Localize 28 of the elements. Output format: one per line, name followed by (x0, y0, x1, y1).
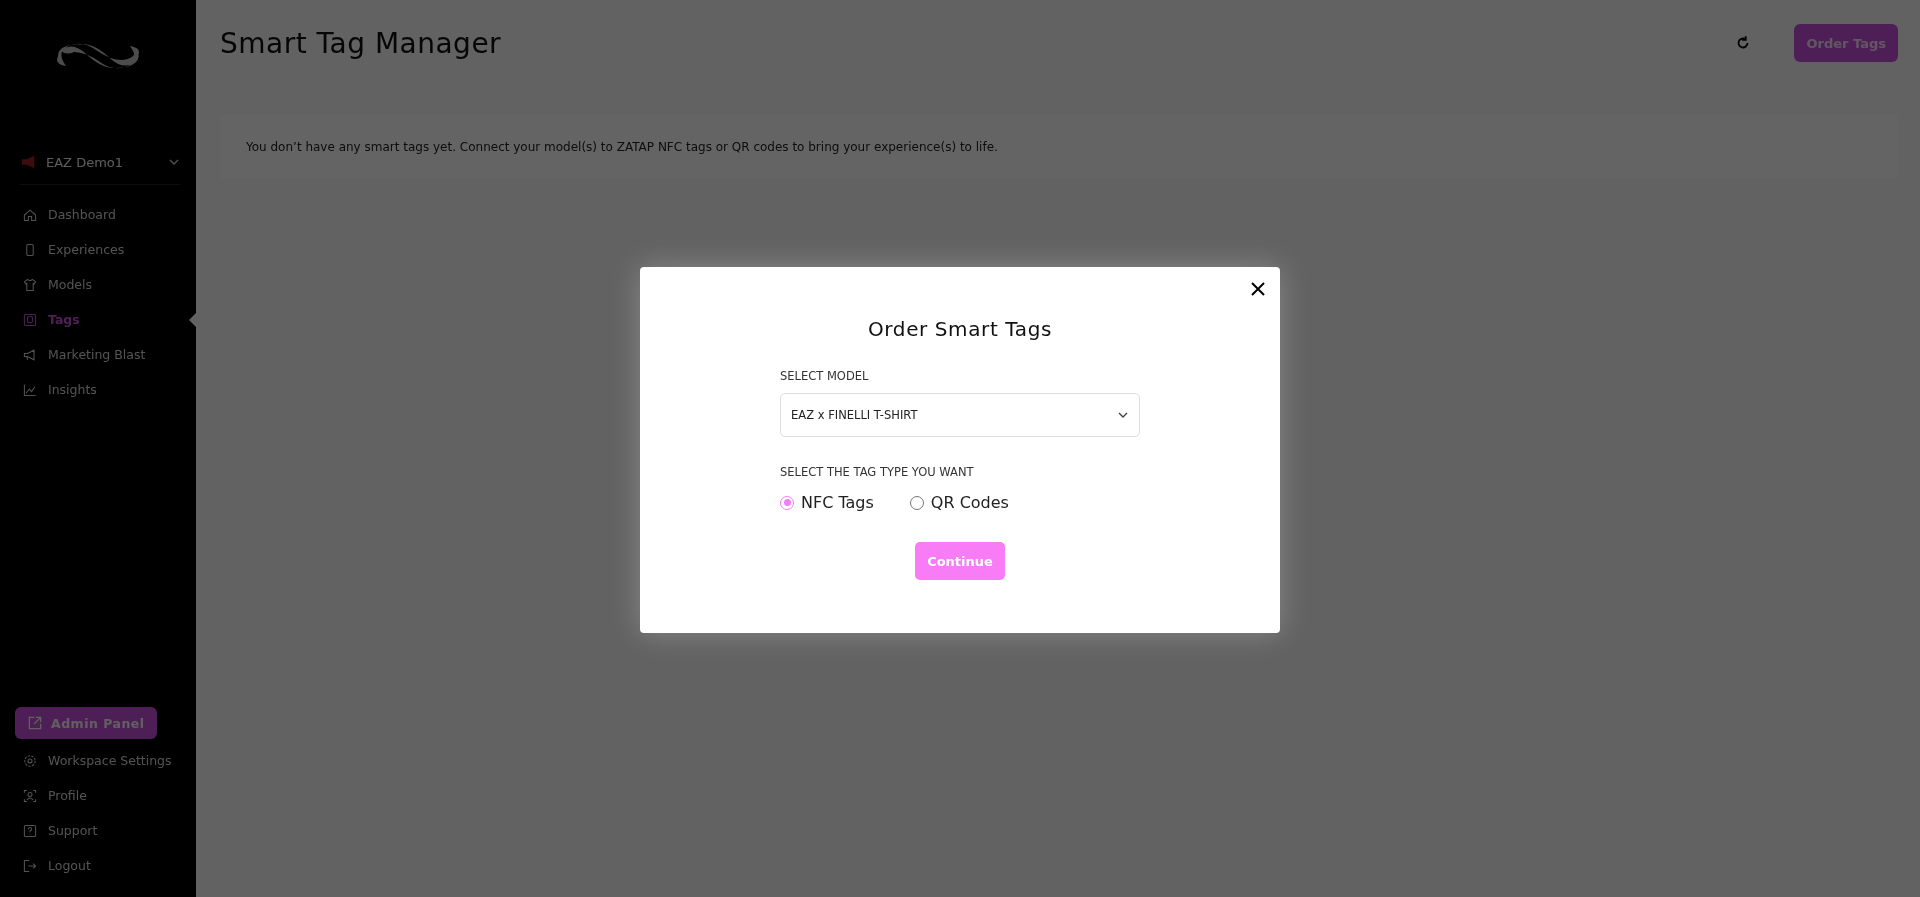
tag-type-option[interactable]: QR Codes (909, 493, 1009, 512)
page-title: Smart Tag Manager (220, 26, 503, 60)
sidebar-item[interactable]: Dashboard (0, 197, 196, 232)
workspace-name: EAZ Demo1 (46, 154, 125, 170)
megaphone-icon (22, 346, 38, 363)
help-icon (22, 822, 38, 839)
sidebar-item[interactable]: Models (0, 267, 196, 302)
sidebar-item[interactable]: Insights (0, 372, 196, 407)
sidebar-item[interactable]: Profile (0, 778, 196, 813)
sidebar-item[interactable]: Support (0, 813, 196, 848)
shirt-icon (22, 276, 38, 293)
sidebar-item[interactable]: Workspace Settings (0, 743, 196, 778)
sidebar-item[interactable]: Experiences (0, 232, 196, 267)
external-link-icon (27, 715, 43, 731)
chart-icon (22, 381, 38, 398)
tag-icon (22, 311, 38, 328)
admin-panel-button[interactable]: Admin Panel (15, 707, 157, 739)
model-select[interactable]: EAZ x FINELLI T-SHIRT (780, 393, 1140, 437)
gear-icon (22, 752, 38, 769)
sidebar-item[interactable]: Logout (0, 848, 196, 883)
sidebar-item[interactable]: Marketing Blast (0, 337, 196, 372)
field-label: SELECT MODEL (780, 369, 870, 383)
dialog-title: Order Smart Tags (868, 317, 1052, 341)
continue-button[interactable]: Continue (915, 542, 1005, 580)
user-icon (22, 787, 38, 804)
tag-type-option[interactable]: NFC Tags (780, 493, 874, 512)
field-label: SELECT THE TAG TYPE YOU WANT (780, 465, 975, 479)
logout-icon (22, 857, 38, 874)
